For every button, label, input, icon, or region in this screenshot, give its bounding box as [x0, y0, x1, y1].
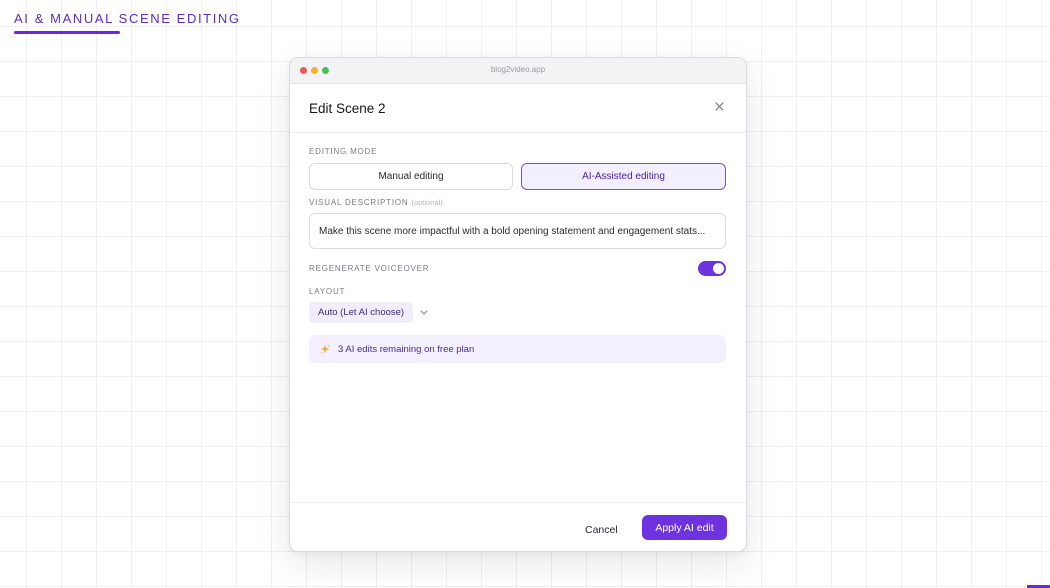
- visual-description-label-text: VISUAL DESCRIPTION: [309, 198, 409, 207]
- sparkles-icon: [320, 344, 331, 355]
- section-heading-underline: [14, 31, 120, 34]
- header-divider: [290, 132, 746, 133]
- layout-select[interactable]: Auto (Let AI choose): [309, 302, 433, 323]
- manual-editing-button[interactable]: Manual editing: [309, 163, 513, 190]
- regenerate-voiceover-toggle[interactable]: [698, 261, 726, 276]
- info-banner-text: 3 AI edits remaining on free plan: [338, 343, 475, 355]
- optional-note: (optional): [411, 198, 443, 207]
- editing-mode-label: EDITING MODE: [309, 147, 378, 156]
- layout-selected-value: Auto (Let AI choose): [309, 302, 414, 323]
- window-url: blog2video.app: [490, 65, 546, 74]
- dialog-title: Edit Scene 2: [309, 101, 386, 116]
- footer-divider: [290, 502, 746, 503]
- window-titlebar: blog2video.app: [290, 58, 746, 84]
- section-heading: AI & MANUAL SCENE EDITING: [14, 11, 241, 26]
- ai-edits-info-banner: 3 AI edits remaining on free plan: [309, 335, 726, 363]
- toggle-knob: [713, 263, 724, 274]
- regenerate-voiceover-label: REGENERATE VOICEOVER: [309, 264, 430, 273]
- apply-ai-edit-button[interactable]: Apply AI edit: [642, 515, 727, 540]
- layout-label: LAYOUT: [309, 287, 346, 296]
- ai-assisted-editing-button[interactable]: AI-Assisted editing: [521, 163, 726, 190]
- close-icon: [714, 101, 724, 111]
- close-button[interactable]: [711, 98, 727, 114]
- app-window: blog2video.app Edit Scene 2 EDITING MODE…: [289, 57, 747, 552]
- chevron-down-icon: [420, 310, 428, 315]
- visual-description-input[interactable]: Make this scene more impactful with a bo…: [309, 213, 726, 249]
- cancel-button[interactable]: Cancel: [585, 518, 618, 542]
- visual-description-label: VISUAL DESCRIPTION (optional): [309, 198, 443, 207]
